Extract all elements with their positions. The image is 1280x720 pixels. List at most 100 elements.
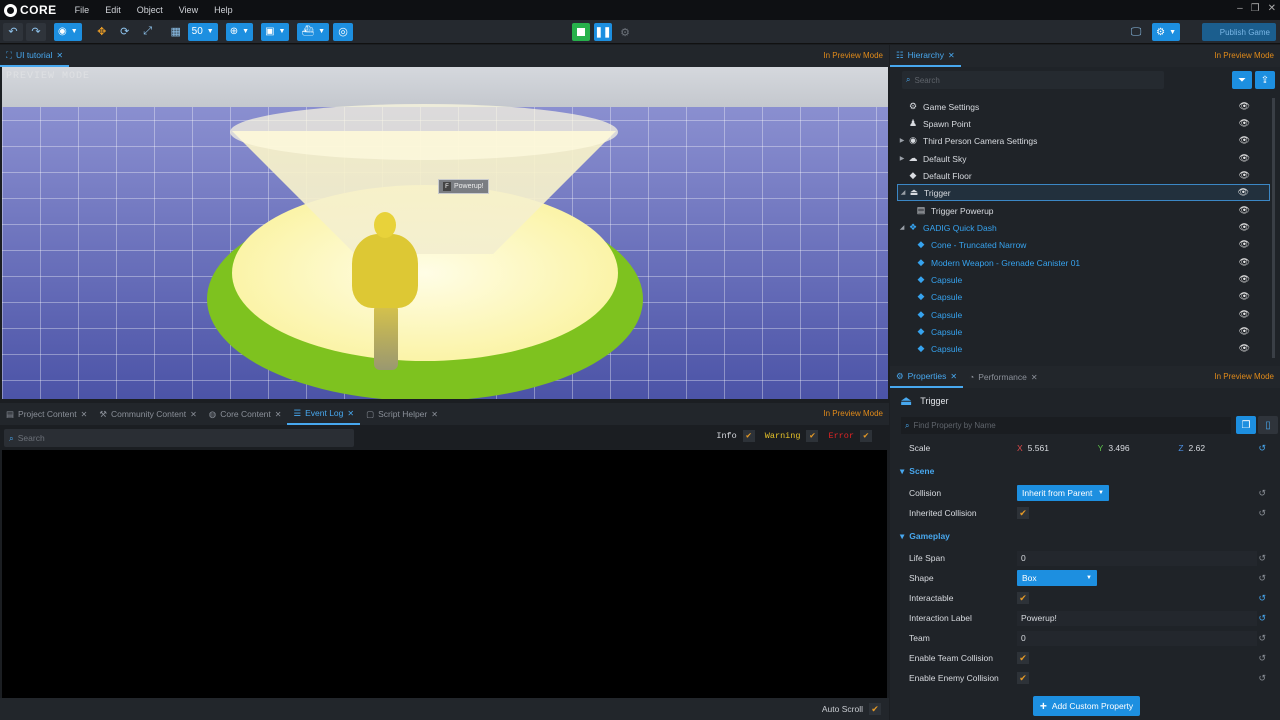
rotate-tool-button[interactable]: ⟳ [115,23,135,41]
interactable-checkbox[interactable]: ✔ [1017,592,1029,604]
hierarchy-item-capsule[interactable]: ◆ Capsule 👁 [897,288,1270,305]
hierarchy-item-trigger[interactable]: ◢ ⏏ Trigger 👁 [897,184,1270,201]
menu-edit[interactable]: Edit [97,5,129,15]
close-icon[interactable]: ✕ [347,409,354,418]
grid-button[interactable]: ▦ [166,23,186,41]
spawn-dropdown[interactable]: ⛴ ▼ [297,22,330,41]
event-log-output[interactable] [2,450,887,698]
object-type-dropdown[interactable]: ▣ ▼ [261,22,290,41]
undo-button[interactable]: ↶ [3,22,23,41]
enemy-collision-checkbox[interactable]: ✔ [1017,672,1029,684]
shape-dropdown[interactable]: Box ▼ [1017,570,1097,586]
game-viewport[interactable]: F Powerup! PREVIEW MODE [2,67,888,399]
eye-icon[interactable]: 👁 [1239,118,1250,129]
reset-icon[interactable]: ↺ [1258,653,1266,664]
paste-button[interactable]: ▯ [1258,416,1278,434]
section-scene[interactable]: ▾ Scene [900,463,934,479]
stop-button[interactable] [572,23,590,41]
reset-icon[interactable]: ↺ [1258,593,1266,604]
hierarchy-scrollbar[interactable] [1272,98,1275,358]
filter-error-checkbox[interactable]: ✔ [860,430,872,442]
hierarchy-search[interactable]: ⌕ Search [902,71,1164,89]
menu-object[interactable]: Object [129,5,171,15]
tab-properties[interactable]: ⚙ Properties ✕ [890,366,964,388]
reset-icon[interactable]: ↺ [1258,508,1266,519]
menu-view[interactable]: View [171,5,206,15]
reset-icon[interactable]: ↺ [1258,673,1266,684]
team-collision-checkbox[interactable]: ✔ [1017,652,1029,664]
tab-performance[interactable]: ◔ Performance ✕ [963,366,1044,388]
add-custom-property-button[interactable]: + Add Custom Property [1033,696,1140,716]
filter-info-checkbox[interactable]: ✔ [742,430,755,442]
life-span-field[interactable]: 0 [1017,550,1257,566]
hierarchy-item-trigger-powerup[interactable]: ▤ Trigger Powerup 👁 [897,202,1270,219]
eye-icon[interactable]: 👁 [1239,222,1250,233]
hierarchy-item-capsule[interactable]: ◆ Capsule 👁 [897,271,1270,288]
close-icon[interactable]: ✕ [950,372,957,381]
hierarchy-item-default-floor[interactable]: ◆ Default Floor 👁 [897,167,1270,184]
hierarchy-item-grenade-canister[interactable]: ◆ Modern Weapon - Grenade Canister 01 👁 [897,254,1270,271]
upload-button[interactable]: ⇪ [1255,71,1275,89]
reset-icon[interactable]: ↺ [1258,633,1266,644]
copy-button[interactable]: ❐ [1236,416,1256,434]
eye-icon[interactable]: 👁 [1239,101,1250,112]
event-log-search[interactable]: ⌕ Search [4,429,354,447]
hierarchy-item-default-sky[interactable]: ▶ ☁ Default Sky 👁 [897,150,1270,167]
scale-y-field[interactable]: 3.496 [1108,443,1178,453]
eye-icon[interactable]: 👁 [1239,291,1250,302]
tab-ui-tutorial[interactable]: ⛶ UI tutorial ✕ [0,45,70,67]
grid-size-dropdown[interactable]: 50 ▼ [187,22,218,41]
tab-community-content[interactable]: ⚒ Community Content ✕ [93,403,202,425]
section-gameplay[interactable]: ▾ Gameplay [900,528,950,544]
hierarchy-item-capsule[interactable]: ◆ Capsule 👁 [897,323,1270,340]
close-icon[interactable]: ✕ [948,51,955,60]
minimize-icon[interactable]: – [1237,3,1243,14]
close-icon[interactable]: ✕ [56,51,63,60]
move-tool-button[interactable]: ✥ [92,23,112,41]
scale-x-field[interactable]: 5.561 [1028,443,1098,453]
settings-button[interactable]: ⚙ [616,23,634,41]
reset-icon[interactable]: ↺ [1258,613,1266,624]
hierarchy-item-capsule[interactable]: ◆ Capsule 👁 [897,306,1270,323]
hierarchy-item-gadig-quick-dash[interactable]: ◢ ❖ GADIG Quick Dash 👁 [897,219,1270,236]
tab-project-content[interactable]: ▤ Project Content ✕ [0,403,93,425]
reset-icon[interactable]: ↺ [1258,488,1266,499]
restore-icon[interactable]: ❐ [1251,3,1260,14]
eye-icon[interactable]: 👁 [1239,170,1250,181]
hierarchy-item-camera-settings[interactable]: ▶ ◉ Third Person Camera Settings 👁 [897,132,1270,149]
interaction-label-field[interactable]: Powerup! [1017,610,1257,626]
eye-icon[interactable]: 👁 [1239,257,1250,268]
team-field[interactable]: 0 [1017,630,1257,646]
close-icon[interactable]: ✕ [1031,373,1038,382]
filter-button[interactable]: ⏷ [1232,71,1252,89]
hierarchy-item-spawn-point[interactable]: ♟ Spawn Point 👁 [897,115,1270,132]
close-icon[interactable]: ✕ [275,410,282,419]
scale-z-field[interactable]: 2.62 [1189,443,1249,453]
auto-scroll-checkbox[interactable]: ✔ [869,703,881,715]
eye-icon[interactable]: 👁 [1239,326,1250,337]
hierarchy-item-cone[interactable]: ◆ Cone - Truncated Narrow 👁 [897,236,1270,253]
eye-icon[interactable]: 👁 [1238,187,1249,198]
close-icon[interactable]: ✕ [431,410,438,419]
eye-icon[interactable]: 👁 [1239,274,1250,285]
hierarchy-item-game-settings[interactable]: ⚙ Game Settings 👁 [897,98,1270,115]
close-icon[interactable]: ✕ [190,410,197,419]
redo-button[interactable]: ↷ [26,22,46,41]
close-icon[interactable]: ✕ [1268,3,1276,14]
menu-file[interactable]: File [67,5,98,15]
menu-help[interactable]: Help [206,5,241,15]
property-search[interactable]: ⌕ Find Property by Name [901,417,1231,434]
inherited-collision-checkbox[interactable]: ✔ [1017,507,1029,519]
screen-button[interactable]: 🖵 [1126,23,1146,41]
collision-dropdown[interactable]: Inherit from Parent ▼ [1017,485,1109,501]
tab-core-content[interactable]: ◍ Core Content ✕ [203,403,288,425]
publish-game-button[interactable]: Publish Game [1201,23,1276,41]
eye-icon[interactable]: 👁 [1239,205,1250,216]
multiplayer-dropdown[interactable]: ⚙ ▼ [1152,23,1180,41]
scale-tool-button[interactable]: ⤢ [138,23,158,41]
reset-icon[interactable]: ↺ [1258,553,1266,564]
reset-icon[interactable]: ↺ [1258,443,1266,454]
camera-mode-dropdown[interactable]: ◉ ▼ [54,22,82,41]
tab-hierarchy[interactable]: ☷ Hierarchy ✕ [890,45,961,67]
filter-warning-checkbox[interactable]: ✔ [806,430,819,442]
